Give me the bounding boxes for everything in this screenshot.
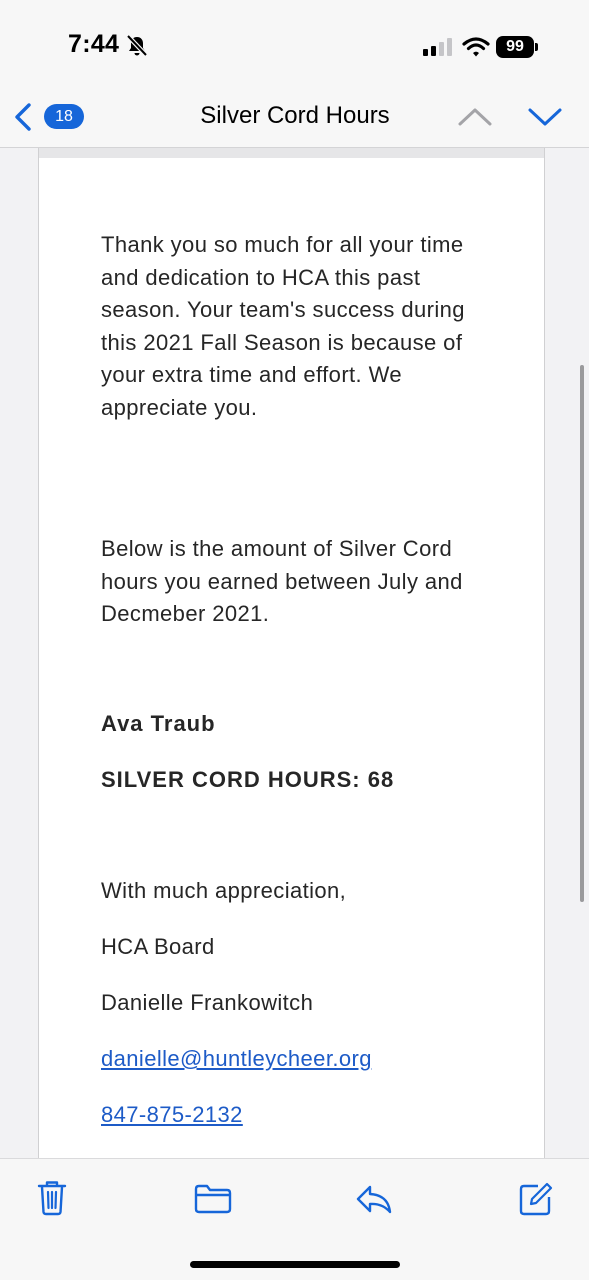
battery-icon: 99 xyxy=(496,36,534,58)
unread-count-badge[interactable]: 18 xyxy=(44,104,84,129)
bottom-toolbar xyxy=(0,1158,589,1280)
folder-icon[interactable] xyxy=(193,1183,233,1220)
mail-screen: 7:44 99 18 Silver Cord Hours Thank you s… xyxy=(0,0,589,1280)
bell-slash-icon xyxy=(126,34,148,62)
signature-name: Danielle Frankowitch xyxy=(101,990,314,1015)
recipient-name: Ava Traub xyxy=(101,711,216,736)
email-card-top-border xyxy=(39,148,544,158)
nav-bar: 18 Silver Cord Hours xyxy=(0,92,589,148)
wifi-icon xyxy=(462,36,490,63)
closing-line: With much appreciation, xyxy=(101,878,347,903)
down-chevron-icon[interactable] xyxy=(526,102,564,137)
battery-tip xyxy=(535,43,538,51)
compose-icon[interactable] xyxy=(518,1181,554,1222)
back-chevron-icon[interactable] xyxy=(10,100,36,139)
trash-icon[interactable] xyxy=(36,1179,68,1222)
hours-intro-paragraph: Below is the amount of Silver Cord hours… xyxy=(101,536,463,626)
thank-you-paragraph: Thank you so much for all your time and … xyxy=(101,232,465,420)
status-time: 7:44 xyxy=(68,30,120,58)
battery-level: 99 xyxy=(506,38,524,55)
message-content[interactable]: Thank you so much for all your time and … xyxy=(0,148,589,1158)
phone-link[interactable]: 847-875-2132 xyxy=(101,1102,243,1127)
email-body-card: Thank you so much for all your time and … xyxy=(38,148,545,1158)
cellular-signal-icon xyxy=(423,38,452,56)
silver-cord-hours: SILVER CORD HOURS: 68 xyxy=(101,767,395,792)
phone-link-row: 847-875-2132 xyxy=(101,1099,501,1132)
email-link-row: danielle@huntleycheer.org xyxy=(101,1043,501,1076)
email-link[interactable]: danielle@huntleycheer.org xyxy=(101,1046,372,1071)
status-bar: 7:44 99 xyxy=(0,0,589,92)
home-indicator[interactable] xyxy=(190,1261,400,1268)
up-chevron-icon[interactable] xyxy=(456,102,494,137)
signature-org: HCA Board xyxy=(101,934,215,959)
reply-icon[interactable] xyxy=(354,1183,394,1220)
message-subject-title: Silver Cord Hours xyxy=(200,102,390,129)
scrollbar[interactable] xyxy=(580,365,584,902)
